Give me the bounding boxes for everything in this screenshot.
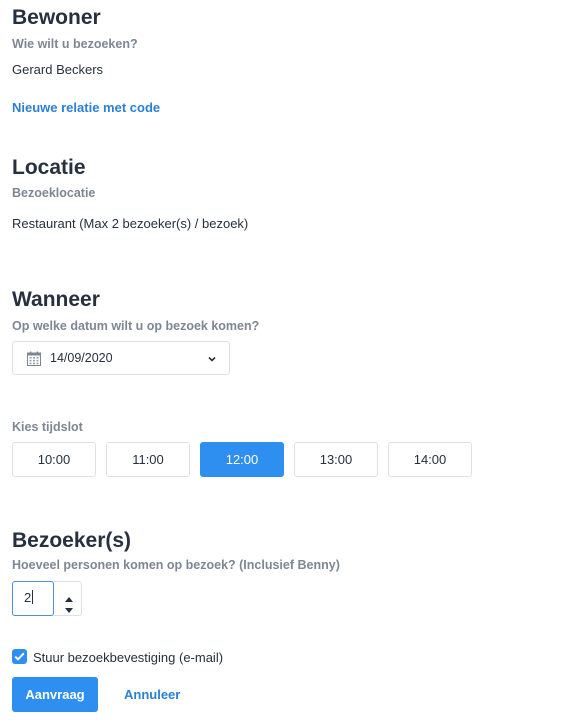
resident-question: Wie wilt u bezoeken? (12, 37, 138, 51)
timeslot-button[interactable]: 13:00 (294, 442, 378, 477)
timeslot-group: 10:00 11:00 12:00 13:00 14:00 (12, 442, 482, 477)
new-relation-link[interactable]: Nieuwe relatie met code (12, 100, 160, 115)
visitor-count-stepper[interactable]: 2 (12, 581, 82, 616)
chevron-down-icon[interactable] (207, 351, 217, 369)
location-label: Bezoeklocatie (12, 186, 96, 200)
submit-request-button[interactable]: Aanvraag (12, 677, 98, 712)
date-value: 14/09/2020 (50, 351, 113, 365)
text-caret (32, 590, 34, 604)
visitor-count-input[interactable]: 2 (12, 581, 54, 616)
visitors-question: Hoeveel personen komen op bezoek? (Inclu… (12, 558, 340, 572)
location-heading: Locatie (12, 156, 86, 179)
resident-heading: Bewoner (12, 6, 101, 29)
when-heading: Wanneer (12, 288, 100, 311)
confirmation-label[interactable]: Stuur bezoekbevestiging (e-mail) (33, 650, 223, 665)
date-picker[interactable]: 14/09/2020 (12, 341, 230, 375)
timeslot-button-selected[interactable]: 12:00 (200, 442, 284, 477)
decrement-arrow-icon[interactable] (64, 601, 74, 619)
visitor-count-value: 2 (24, 590, 32, 605)
timeslot-button[interactable]: 11:00 (106, 442, 190, 477)
resident-name[interactable]: Gerard Beckers (12, 62, 103, 77)
timeslot-label: Kies tijdslot (12, 420, 83, 434)
timeslot-button[interactable]: 14:00 (388, 442, 472, 477)
confirmation-checkbox[interactable] (12, 649, 27, 664)
date-question: Op welke datum wilt u op bezoek komen? (12, 319, 260, 333)
visitors-heading: Bezoeker(s) (12, 529, 132, 552)
location-value[interactable]: Restaurant (Max 2 bezoeker(s) / bezoek) (12, 216, 248, 231)
cancel-button[interactable]: Annuleer (124, 687, 180, 702)
timeslot-button[interactable]: 10:00 (12, 442, 96, 477)
check-icon (14, 652, 25, 661)
calendar-icon (27, 351, 41, 366)
